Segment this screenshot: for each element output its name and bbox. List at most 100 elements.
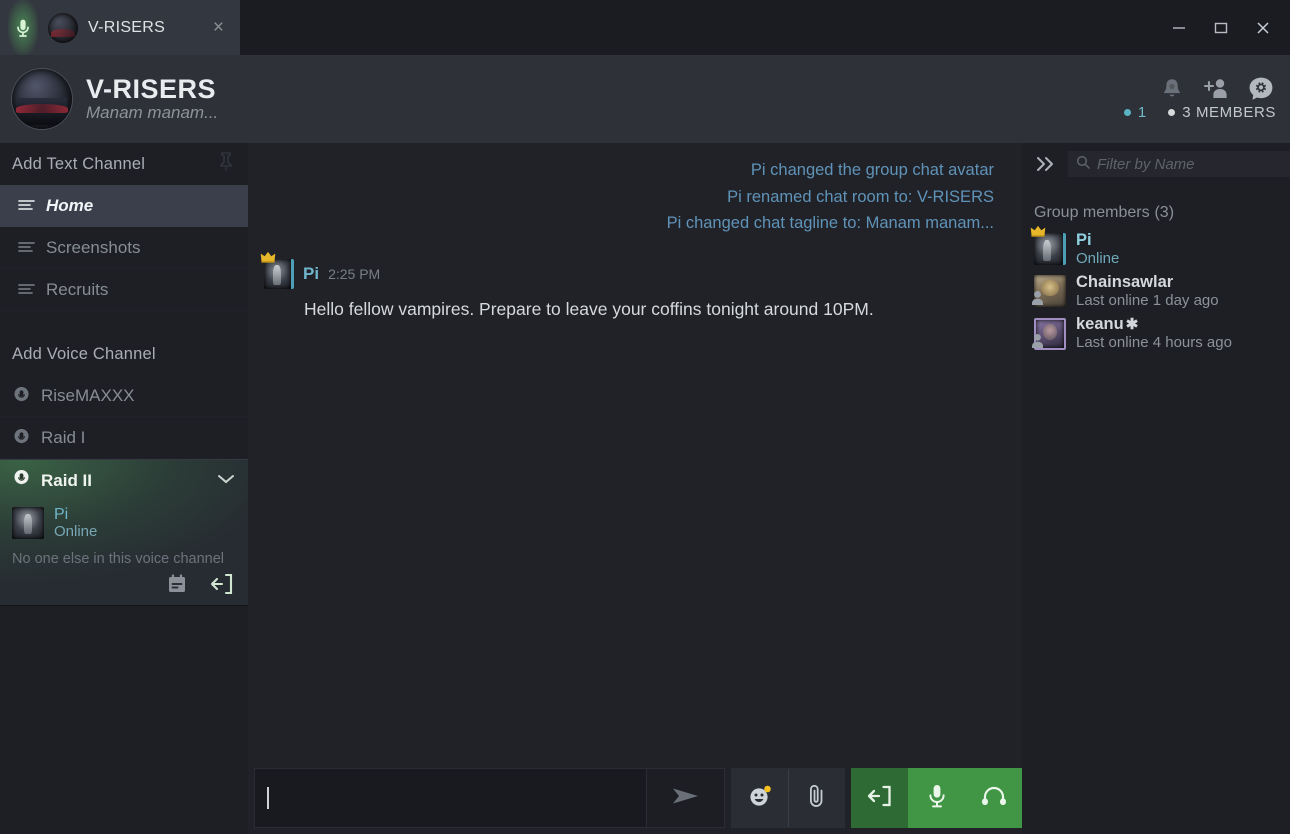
owner-crown-icon <box>1030 224 1046 242</box>
group-title: V-RISERS <box>86 73 217 104</box>
filter-input-wrap[interactable] <box>1068 151 1290 177</box>
avatar <box>12 507 44 540</box>
chat-column: Pi changed the group chat avatar Pi rena… <box>248 143 1022 834</box>
sidebar-item-screenshots[interactable]: Screenshots <box>0 227 248 269</box>
leave-voice-button[interactable] <box>851 768 908 828</box>
system-message: Pi renamed chat room to: V-RISERS <box>727 187 994 206</box>
message-input-wrap[interactable] <box>254 768 647 828</box>
window-controls <box>1158 0 1290 55</box>
emoji-icon <box>746 782 774 815</box>
voice-member-info: Pi Online <box>54 506 97 541</box>
system-message: Pi changed chat tagline to: Manam manam.… <box>666 214 994 233</box>
active-voice-channel-card: Raid II Pi Online No one else in this vo… <box>0 459 248 606</box>
system-message: Pi changed the group chat avatar <box>750 161 994 179</box>
members-panel-header <box>1022 143 1290 185</box>
member-row[interactable]: keanu ✱ Last online 4 hours ago <box>1022 312 1290 354</box>
group-avatar[interactable] <box>12 69 72 129</box>
message-input[interactable] <box>267 787 634 809</box>
minimize-button[interactable] <box>1158 7 1200 49</box>
header-counts: 1 3 MEMBERS <box>1123 103 1276 121</box>
add-voice-channel-button[interactable]: Add Voice Channel <box>0 333 248 375</box>
add-text-channel-button[interactable]: Add Text Channel <box>0 143 248 185</box>
chat-tab[interactable]: V-RISERS × <box>0 0 240 55</box>
offline-person-icon <box>1029 289 1046 311</box>
headphones-icon <box>981 784 1007 813</box>
member-name-suffix: ✱ <box>1125 316 1139 334</box>
sidebar-item-raid-ii[interactable]: Raid II <box>0 460 248 502</box>
chat-settings-icon[interactable] <box>1248 76 1274 102</box>
header-actions <box>1160 76 1276 102</box>
avatar[interactable] <box>260 252 294 290</box>
members-title-count: (3) <box>1154 204 1175 221</box>
leave-voice-icon[interactable] <box>210 573 234 595</box>
voice-channel-icon <box>12 428 31 447</box>
member-status: Online <box>1076 249 1120 267</box>
voice-channel-member[interactable]: Pi Online <box>0 502 248 543</box>
microphone-icon <box>926 783 948 814</box>
collapse-panel-icon[interactable] <box>1034 155 1058 173</box>
main-body: Add Text Channel Home Screenshots Recrui… <box>0 143 1290 834</box>
search-icon <box>1076 155 1090 174</box>
sidebar-item-label: RiseMAXXX <box>41 385 135 405</box>
attachment-icon <box>805 782 829 815</box>
close-button[interactable] <box>1242 7 1284 49</box>
sidebar-item-label: Raid I <box>41 427 86 447</box>
tab-microphone-active-icon <box>8 0 38 55</box>
add-voice-channel-label: Add Voice Channel <box>12 344 156 363</box>
send-button[interactable] <box>647 768 725 828</box>
group-identity: V-RISERS Manam manam... <box>86 75 218 123</box>
members-count[interactable]: 3 MEMBERS <box>1168 104 1276 121</box>
member-row[interactable]: Pi Online <box>1022 226 1290 270</box>
headphones-button[interactable] <box>965 768 1022 828</box>
tab-title: V-RISERS <box>88 18 166 36</box>
avatar <box>1032 317 1066 350</box>
online-count-label: 1 <box>1137 103 1147 121</box>
members-panel: Group members (3) Pi Online <box>1022 143 1290 834</box>
chevron-down-icon[interactable] <box>216 471 236 491</box>
member-row[interactable]: Chainsawlar Last online 1 day ago <box>1022 270 1290 312</box>
tab-close-icon[interactable]: × <box>209 18 228 37</box>
message-author[interactable]: Pi <box>303 264 319 284</box>
sidebar-item-recruits[interactable]: Recruits <box>0 269 248 311</box>
member-status: Last online 4 hours ago <box>1076 334 1232 352</box>
title-bar: V-RISERS × <box>0 0 1290 55</box>
members-dot-icon <box>1168 108 1176 116</box>
microphone-button[interactable] <box>908 768 965 828</box>
bell-icon[interactable] <box>1160 76 1184 102</box>
member-status: Last online 1 day ago <box>1076 292 1219 310</box>
member-name-text: keanu <box>1076 315 1124 334</box>
avatar <box>1032 275 1066 308</box>
sidebar-item-home[interactable]: Home <box>0 185 248 227</box>
voice-controls <box>851 768 1022 828</box>
text-caret <box>267 787 269 809</box>
emoji-button[interactable] <box>732 769 788 827</box>
sidebar-item-raid-i[interactable]: Raid I <box>0 417 248 459</box>
add-text-channel-label: Add Text Channel <box>12 154 146 173</box>
sidebar-item-label: Home <box>46 196 94 215</box>
text-channel-icon <box>18 241 35 255</box>
voice-member-status: Online <box>54 522 98 540</box>
online-dot-icon <box>1123 108 1131 116</box>
pin-icon[interactable] <box>216 150 236 179</box>
members-title: Group members (3) <box>1022 185 1290 228</box>
sidebar-item-label: Recruits <box>46 279 109 299</box>
member-info: Pi Online <box>1076 231 1119 267</box>
attachment-button[interactable] <box>788 769 844 827</box>
message-header: Pi 2:25 PM <box>260 252 994 290</box>
message-list: Pi changed the group chat avatar Pi rena… <box>248 143 1022 762</box>
sidebar-item-label: Screenshots <box>46 237 141 257</box>
maximize-button[interactable] <box>1200 7 1242 49</box>
group-tagline: Manam manam... <box>86 103 219 123</box>
text-channel-icon <box>18 283 35 297</box>
voice-card-actions <box>0 571 248 601</box>
notes-icon[interactable] <box>166 573 188 595</box>
sidebar-item-risemaxxx[interactable]: RiseMAXXX <box>0 375 248 417</box>
member-info: keanu ✱ Last online 4 hours ago <box>1076 315 1232 351</box>
channel-sidebar: Add Text Channel Home Screenshots Recrui… <box>0 143 248 834</box>
add-friend-icon[interactable] <box>1202 76 1230 102</box>
filter-input[interactable] <box>1097 155 1290 173</box>
composer-attachments <box>731 768 845 828</box>
sidebar-item-label: Raid II <box>41 471 93 490</box>
member-name: Pi <box>1076 231 1092 249</box>
